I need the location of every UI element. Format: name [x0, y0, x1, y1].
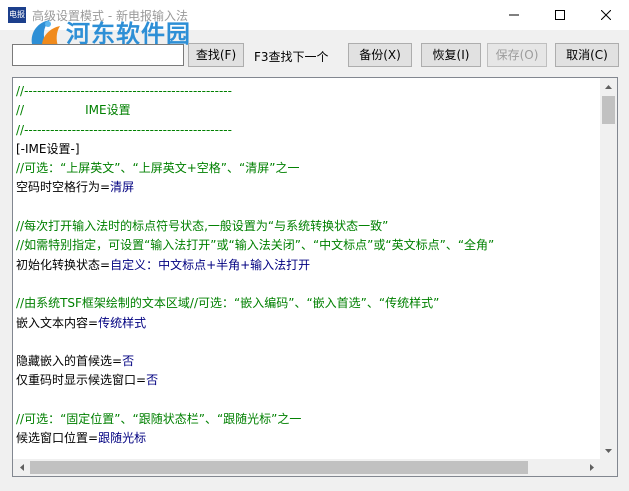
- find-button[interactable]: 查找(F): [188, 43, 244, 67]
- maximize-icon: [555, 10, 565, 20]
- comment-text: //如需特别指定，可设置“输入法打开”或“输入法关闭”、“中文标点”或“英文标点…: [16, 238, 495, 253]
- editor-line[interactable]: 空码时空格行为=清屏: [16, 178, 598, 197]
- comment-text: //可选：“上屏英文”、“上屏英文+空格”、“清屏”之一: [16, 161, 300, 176]
- close-icon: [601, 10, 611, 20]
- setting-key: 初始化转换状态=: [16, 257, 111, 272]
- setting-key: 嵌入文本内容=: [16, 315, 99, 330]
- restore-button[interactable]: 恢复(I): [421, 43, 481, 67]
- setting-key: 仅重码时显示候选窗口=: [16, 373, 147, 388]
- editor-line[interactable]: 候选窗口位置=跟随光标: [16, 429, 598, 448]
- find-next-hint: F3查找下一个: [254, 50, 329, 64]
- scroll-left-icon[interactable]: [13, 459, 30, 476]
- vertical-scroll-thumb[interactable]: [602, 96, 615, 124]
- config-editor[interactable]: //--------------------------------------…: [12, 77, 618, 477]
- comment-text: //由系统TSF框架绘制的文本区域//可选：“嵌入编码”、“嵌入首选”、“传统样…: [16, 296, 440, 311]
- save-button[interactable]: 保存(O): [487, 43, 547, 67]
- editor-line[interactable]: [16, 198, 598, 217]
- editor-line[interactable]: [-IME设置-]: [16, 140, 598, 159]
- editor-line[interactable]: // IME设置: [16, 101, 598, 120]
- title-bar: 电报 高级设置模式 - 新电报输入法: [0, 0, 629, 30]
- setting-value: 跟随光标: [98, 431, 147, 446]
- editor-line[interactable]: 嵌入文本内容=传统样式: [16, 314, 598, 333]
- editor-line[interactable]: //可选：“上屏英文”、“上屏英文+空格”、“清屏”之一: [16, 159, 598, 178]
- comment-text: //每次打开输入法时的标点符号状态,一般设置为“与系统转换状态一致”: [16, 219, 389, 234]
- editor-line[interactable]: //每次打开输入法时的标点符号状态,一般设置为“与系统转换状态一致”: [16, 217, 598, 236]
- editor-line[interactable]: //--------------------------------------…: [16, 121, 598, 140]
- editor-line[interactable]: //如需特别指定，可设置“输入法打开”或“输入法关闭”、“中文标点”或“英文标点…: [16, 236, 598, 255]
- editor-line[interactable]: 隐藏嵌入的首候选=否: [16, 352, 598, 371]
- line-text: [-IME设置-]: [16, 141, 80, 156]
- editor-content[interactable]: //--------------------------------------…: [16, 82, 598, 458]
- horizontal-scroll-thumb[interactable]: [30, 461, 528, 474]
- window-title: 高级设置模式 - 新电报输入法: [32, 9, 188, 23]
- comment-text: //--------------------------------------…: [16, 84, 232, 98]
- backup-button[interactable]: 备份(X): [348, 43, 412, 67]
- horizontal-scrollbar[interactable]: [13, 459, 600, 476]
- comment-text: // IME设置: [16, 103, 131, 118]
- minimize-icon: [509, 14, 519, 16]
- vertical-scrollbar[interactable]: [600, 78, 617, 459]
- scroll-up-icon[interactable]: [600, 78, 617, 95]
- setting-value: 否: [122, 354, 135, 369]
- setting-key: 候选窗口位置=: [16, 431, 99, 446]
- editor-line[interactable]: 仅重码时显示候选窗口=否: [16, 371, 598, 390]
- editor-line[interactable]: //可选：“固定位置”、“跟随状态栏”、“跟随光标”之一: [16, 410, 598, 429]
- setting-value: 否: [146, 373, 159, 388]
- editor-line[interactable]: 初始化转换状态=自定义：中文标点+半角+输入法打开: [16, 256, 598, 275]
- setting-value: 清屏: [110, 180, 135, 195]
- maximize-button[interactable]: [537, 0, 583, 30]
- scroll-down-icon[interactable]: [600, 442, 617, 459]
- scroll-right-icon[interactable]: [583, 459, 600, 476]
- comment-text: //--------------------------------------…: [16, 122, 232, 137]
- cancel-button[interactable]: 取消(C): [555, 43, 619, 67]
- setting-key: 隐藏嵌入的首候选=: [16, 354, 123, 369]
- search-input[interactable]: [12, 44, 184, 66]
- scrollbar-corner: [600, 459, 617, 476]
- setting-value: 传统样式: [98, 315, 147, 330]
- app-icon: 电报: [8, 7, 26, 23]
- setting-key: 空码时空格行为=: [16, 180, 111, 195]
- editor-line[interactable]: [16, 275, 598, 294]
- setting-value: 自定义：中文标点+半角+输入法打开: [110, 257, 311, 272]
- close-button[interactable]: [583, 0, 629, 30]
- comment-text: //可选：“固定位置”、“跟随状态栏”、“跟随光标”之一: [16, 412, 302, 427]
- minimize-button[interactable]: [491, 0, 537, 30]
- editor-line[interactable]: [16, 391, 598, 410]
- editor-line[interactable]: //--------------------------------------…: [16, 82, 598, 101]
- editor-line[interactable]: [16, 333, 598, 352]
- editor-line[interactable]: //由系统TSF框架绘制的文本区域//可选：“嵌入编码”、“嵌入首选”、“传统样…: [16, 294, 598, 313]
